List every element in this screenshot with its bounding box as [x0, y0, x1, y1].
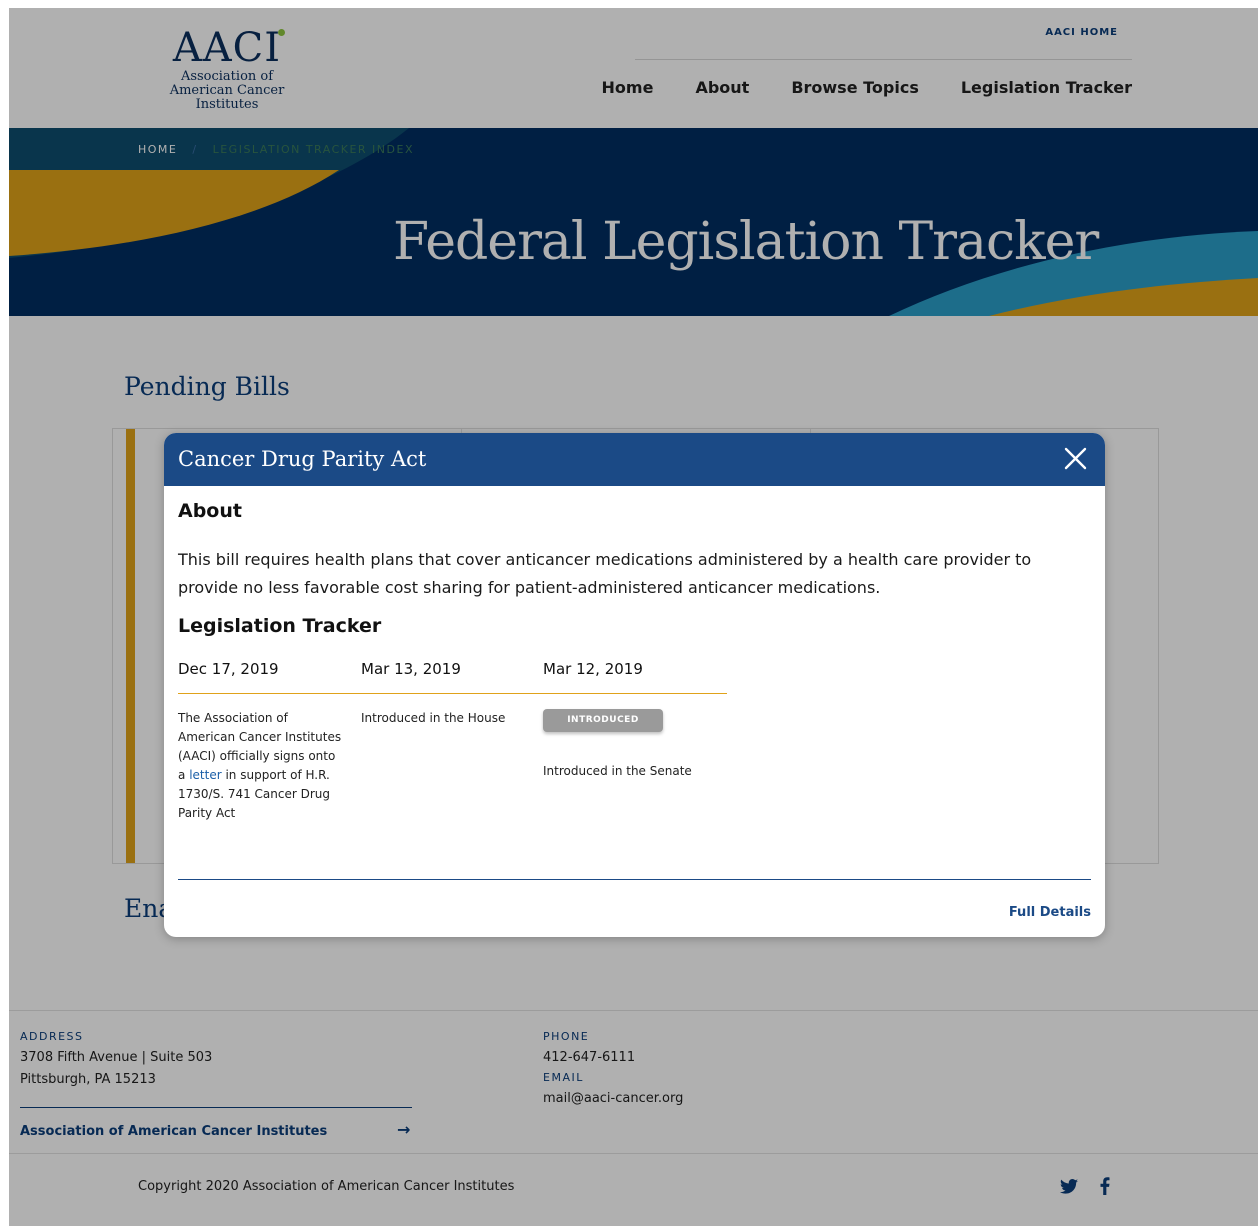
about-text: This bill requires health plans that cov…: [178, 550, 1032, 597]
tracker-event-1: The Association of American Cancer Insti…: [178, 709, 343, 823]
legislation-tracker-heading: Legislation Tracker: [178, 615, 382, 637]
close-button[interactable]: [1056, 444, 1094, 474]
status-badge: INTRODUCED: [543, 709, 663, 732]
about-heading: About: [178, 500, 242, 522]
modal-footer-divider: [178, 879, 1091, 880]
modal-title: Cancer Drug Parity Act: [178, 447, 427, 471]
tracker-event-2: Introduced in the House: [361, 711, 506, 725]
modal-header: Cancer Drug Parity Act: [164, 433, 1105, 486]
tracker-event-3: Introduced in the Senate: [543, 764, 692, 778]
tracker-timeline-rule: [178, 693, 727, 694]
bill-detail-modal: Cancer Drug Parity Act About This bill r…: [164, 433, 1105, 937]
tracker-date-1: Dec 17, 2019: [178, 660, 279, 678]
full-details-link[interactable]: Full Details: [1009, 905, 1091, 920]
letter-link[interactable]: letter: [189, 768, 221, 782]
tracker-date-2: Mar 13, 2019: [361, 660, 461, 678]
close-icon[interactable]: [1056, 444, 1094, 474]
tracker-date-3: Mar 12, 2019: [543, 660, 643, 678]
